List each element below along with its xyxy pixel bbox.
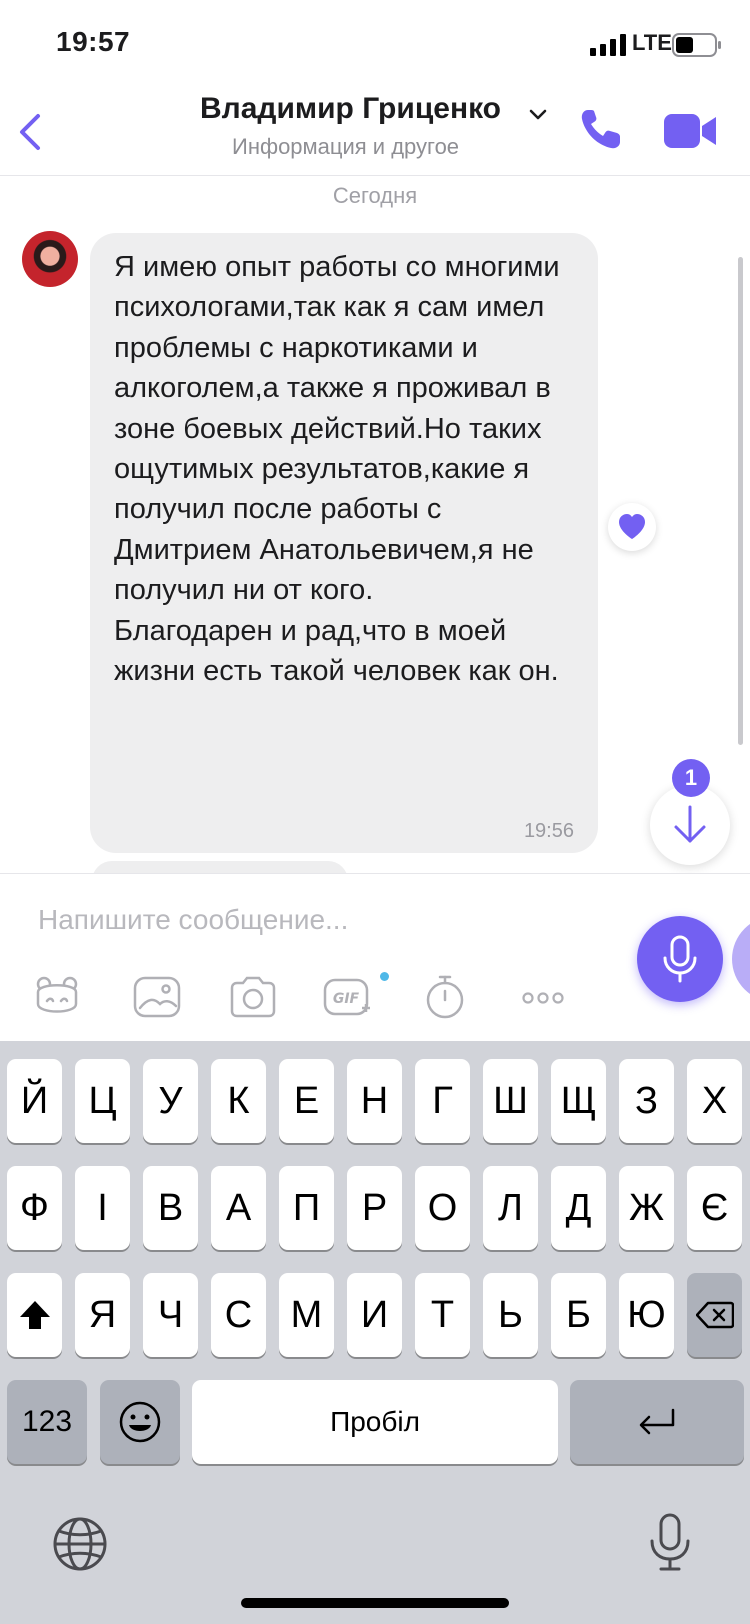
key[interactable]: Ж — [619, 1166, 674, 1250]
next-message-bubble[interactable] — [92, 861, 348, 873]
key[interactable]: Й — [7, 1059, 62, 1143]
battery-icon — [672, 33, 721, 57]
gif-icon[interactable]: GIF — [322, 974, 372, 1020]
numbers-key[interactable]: 123 — [7, 1380, 87, 1464]
voice-message-button[interactable] — [637, 916, 723, 1002]
scrollbar[interactable] — [738, 257, 743, 745]
key[interactable]: Л — [483, 1166, 538, 1250]
unread-count-badge: 1 — [672, 759, 710, 797]
message-timestamp: 19:56 — [523, 820, 574, 842]
microphone-icon — [663, 935, 697, 983]
chevron-down-icon[interactable] — [528, 108, 548, 122]
message-list[interactable]: Сегодня Я имею опыт работы со многими пс… — [0, 177, 750, 873]
timer-icon[interactable] — [420, 974, 470, 1020]
reaction-button[interactable] — [608, 503, 656, 551]
key[interactable]: И — [347, 1273, 402, 1357]
message-input[interactable] — [38, 900, 598, 940]
date-divider: Сегодня — [332, 183, 418, 208]
secondary-action-button[interactable] — [732, 916, 750, 1002]
gallery-icon[interactable] — [132, 974, 182, 1020]
back-arrow-icon[interactable] — [12, 110, 52, 154]
key[interactable]: Е — [279, 1059, 334, 1143]
key[interactable]: Х — [687, 1059, 742, 1143]
avatar[interactable] — [22, 231, 78, 287]
new-indicator-dot — [380, 972, 389, 981]
chat-header: Владимир Гриценко Информация и другое — [0, 88, 750, 176]
network-type: LTE — [632, 30, 672, 55]
key[interactable]: Н — [347, 1059, 402, 1143]
key[interactable]: Є — [687, 1166, 742, 1250]
key[interactable]: А — [211, 1166, 266, 1250]
contact-name[interactable]: Владимир Гриценко — [200, 92, 501, 126]
phone-icon[interactable] — [578, 106, 624, 152]
emoji-key[interactable] — [100, 1380, 180, 1464]
more-icon[interactable] — [518, 974, 568, 1020]
space-key[interactable]: Пробіл — [192, 1380, 558, 1464]
key[interactable]: М — [279, 1273, 334, 1357]
shift-key[interactable] — [7, 1273, 62, 1357]
heart-icon — [619, 514, 645, 539]
return-key[interactable] — [570, 1380, 744, 1464]
key[interactable]: П — [279, 1166, 334, 1250]
key[interactable]: Ь — [483, 1273, 538, 1357]
key[interactable]: І — [75, 1166, 130, 1250]
backspace-icon — [695, 1301, 734, 1329]
status-bar: 19:57 LTE — [0, 0, 750, 88]
key[interactable]: Ш — [483, 1059, 538, 1143]
contact-info-link[interactable]: Информация и другое — [232, 134, 459, 160]
key[interactable]: Д — [551, 1166, 606, 1250]
key[interactable]: В — [143, 1166, 198, 1250]
key[interactable]: О — [415, 1166, 470, 1250]
emoji-icon — [119, 1401, 161, 1443]
key[interactable]: Т — [415, 1273, 470, 1357]
key[interactable]: Р — [347, 1166, 402, 1250]
message-composer: GIF — [0, 873, 750, 1041]
key[interactable]: У — [143, 1059, 198, 1143]
status-time: 19:57 — [56, 26, 131, 57]
globe-icon[interactable] — [52, 1516, 108, 1572]
return-icon — [639, 1408, 675, 1435]
key[interactable]: Ч — [143, 1273, 198, 1357]
key[interactable]: Я — [75, 1273, 130, 1357]
home-indicator — [241, 1598, 509, 1608]
backspace-key[interactable] — [687, 1273, 742, 1357]
arrow-down-icon — [674, 805, 706, 843]
key[interactable]: З — [619, 1059, 674, 1143]
dictation-microphone-icon[interactable] — [648, 1513, 692, 1573]
sticker-icon[interactable] — [32, 974, 82, 1020]
message-bubble[interactable]: Я имею опыт работы со многими психологам… — [90, 233, 598, 853]
shift-icon — [19, 1301, 50, 1329]
message-text: Я имею опыт работы со многими психологам… — [114, 251, 560, 688]
key[interactable]: Щ — [551, 1059, 606, 1143]
key[interactable]: Ю — [619, 1273, 674, 1357]
keyboard: Й Ц У К Е Н Г Ш Щ З Х Ф І В А П Р О Л Д … — [0, 1041, 750, 1624]
key[interactable]: Г — [415, 1059, 470, 1143]
camera-icon[interactable] — [228, 974, 278, 1020]
svg-text:GIF: GIF — [333, 991, 360, 1007]
signal-icon — [590, 34, 626, 56]
viber-chat-screen: 19:57 LTE Владимир Гриценко Информация и… — [0, 0, 750, 1624]
scroll-to-bottom-button[interactable] — [650, 785, 730, 865]
video-camera-icon[interactable] — [664, 112, 718, 150]
key[interactable]: К — [211, 1059, 266, 1143]
key[interactable]: С — [211, 1273, 266, 1357]
key[interactable]: Ц — [75, 1059, 130, 1143]
key[interactable]: Ф — [7, 1166, 62, 1250]
key[interactable]: Б — [551, 1273, 606, 1357]
